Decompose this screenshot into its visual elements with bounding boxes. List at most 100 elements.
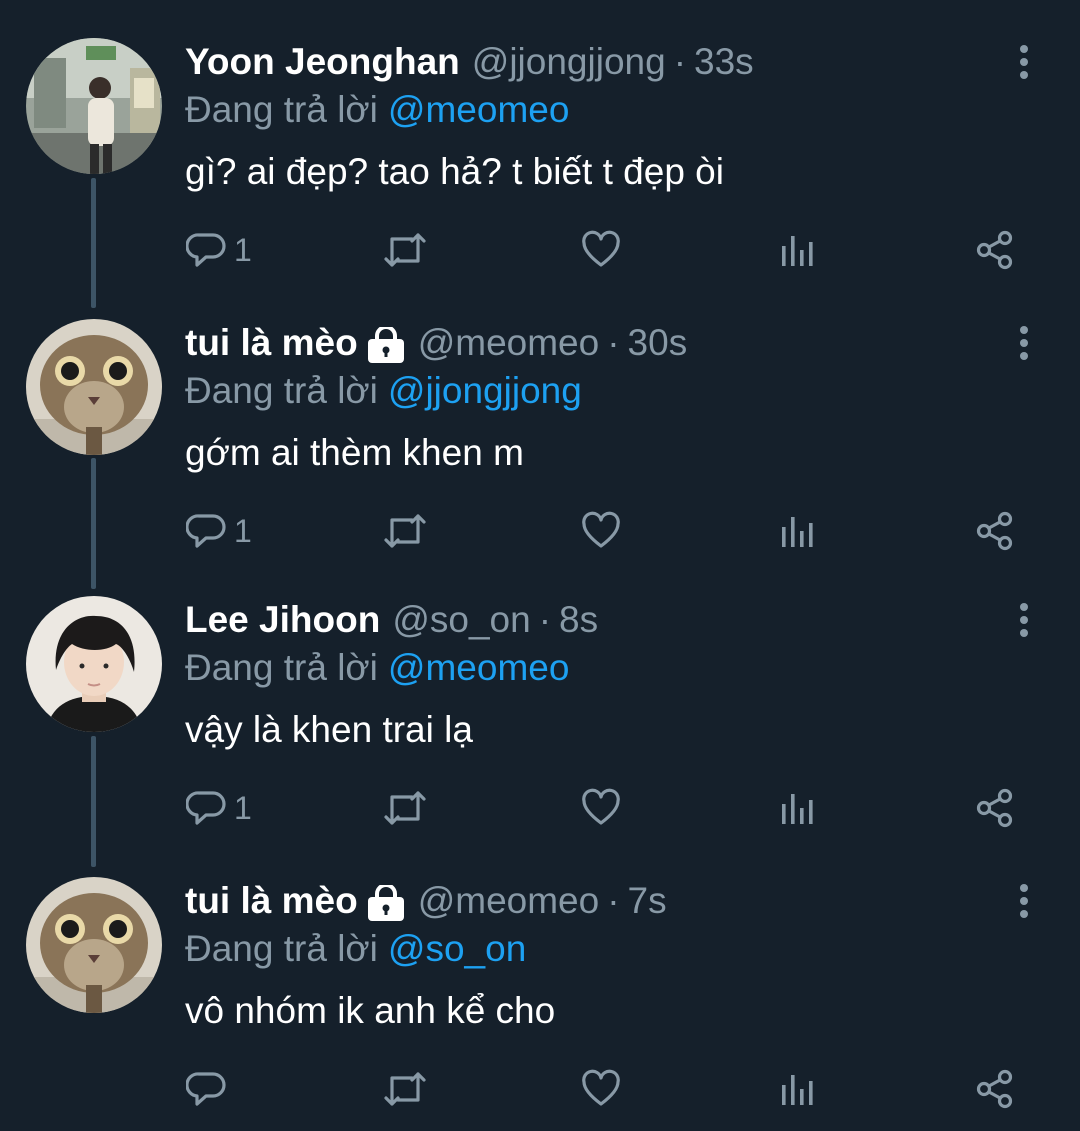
tweet[interactable]: Yoon Jeonghan @jjongjjong · 33s Đang trả…: [0, 0, 1080, 281]
analytics-button[interactable]: [779, 786, 815, 830]
replying-to: Đang trả lời @meomeo: [185, 644, 569, 692]
timestamp[interactable]: 8s: [559, 596, 598, 644]
tweet-text: gì? ai đẹp? tao hả? t biết t đẹp òi: [185, 151, 724, 192]
separator: ·: [607, 880, 620, 921]
reply-icon: [186, 233, 226, 267]
tweet[interactable]: tui là mèo @meomeo · 30s Đang trả lời @jj…: [0, 281, 1080, 562]
share-button[interactable]: [974, 228, 1016, 272]
lock-icon: [366, 883, 406, 921]
replying-label: Đang trả lời: [185, 928, 378, 969]
analytics-button[interactable]: [779, 1067, 815, 1111]
like-icon: [582, 230, 620, 267]
replying-to: Đang trả lời @so_on: [185, 925, 526, 973]
display-name[interactable]: Yoon Jeonghan: [185, 38, 460, 86]
tweet-header: Yoon Jeonghan @jjongjjong · 33s: [185, 38, 754, 86]
reply-button[interactable]: 1: [186, 228, 252, 272]
retweet-icon: [384, 791, 426, 825]
reply-count: 1: [234, 232, 252, 268]
more-options-button[interactable]: [1004, 600, 1044, 640]
replying-label: Đang trả lời: [185, 370, 378, 411]
analytics-button[interactable]: [779, 228, 815, 272]
more-options-button[interactable]: [1004, 42, 1044, 82]
more-vertical-icon: [1020, 45, 1028, 79]
mention-link[interactable]: @meomeo: [388, 89, 570, 130]
tweet-text: vô nhóm ik anh kể cho: [185, 990, 556, 1031]
analytics-icon: [782, 517, 813, 547]
avatar[interactable]: [26, 877, 162, 1013]
reply-icon: [186, 514, 226, 548]
retweet-icon: [384, 514, 426, 548]
like-button[interactable]: [581, 1067, 621, 1111]
timestamp[interactable]: 30s: [628, 319, 688, 367]
reply-button[interactable]: 1: [186, 509, 252, 553]
share-button[interactable]: [974, 509, 1016, 553]
lock-icon: [366, 325, 406, 363]
display-name[interactable]: tui là mèo: [185, 877, 358, 925]
timestamp[interactable]: 33s: [694, 38, 754, 86]
separator: ·: [673, 41, 687, 82]
replying-label: Đang trả lời: [185, 89, 378, 130]
avatar[interactable]: [26, 596, 162, 732]
analytics-icon: [782, 1075, 813, 1105]
conversation-thread: Yoon Jeonghan @jjongjjong · 33s Đang trả…: [0, 0, 1080, 1131]
share-icon: [976, 511, 1013, 551]
retweet-button[interactable]: [382, 509, 428, 553]
reply-icon: [186, 791, 226, 825]
retweet-button[interactable]: [382, 228, 428, 272]
share-button[interactable]: [974, 1067, 1016, 1111]
more-vertical-icon: [1020, 603, 1028, 637]
more-vertical-icon: [1020, 884, 1028, 918]
share-button[interactable]: [974, 786, 1016, 830]
tweet-header: tui là mèo @meomeo · 30s: [185, 319, 687, 367]
photo-cat-icon: [26, 877, 162, 1013]
analytics-button[interactable]: [779, 509, 815, 553]
share-icon: [976, 788, 1013, 828]
handle[interactable]: @so_on: [392, 596, 530, 644]
tweet-header: tui là mèo @meomeo · 7s: [185, 877, 667, 925]
tweet-text: gớm ai thèm khen m: [185, 432, 524, 473]
handle[interactable]: @meomeo: [418, 319, 600, 367]
reply-count: 1: [234, 790, 252, 826]
tweet[interactable]: tui là mèo @meomeo · 7s Đang trả lời @so_…: [0, 839, 1080, 1120]
more-options-button[interactable]: [1004, 323, 1044, 363]
display-name[interactable]: tui là mèo: [185, 319, 358, 367]
avatar[interactable]: [26, 319, 162, 455]
photo-person-subway-icon: [26, 38, 162, 174]
separator: ·: [607, 322, 620, 363]
handle[interactable]: @meomeo: [418, 877, 600, 925]
handle[interactable]: @jjongjjong: [472, 38, 666, 86]
share-icon: [976, 1069, 1013, 1109]
replying-label: Đang trả lời: [185, 647, 378, 688]
tweet-header: Lee Jihoon @so_on · 8s: [185, 596, 598, 644]
reply-count: 1: [234, 513, 252, 549]
like-icon: [582, 1069, 620, 1106]
mention-link[interactable]: @so_on: [388, 928, 526, 969]
like-button[interactable]: [581, 228, 621, 272]
retweet-icon: [384, 233, 426, 267]
tweet[interactable]: Lee Jihoon @so_on · 8s Đang trả lời @meom…: [0, 558, 1080, 839]
photo-person-portrait-icon: [26, 596, 162, 732]
mention-link[interactable]: @jjongjjong: [388, 370, 582, 411]
like-icon: [582, 511, 620, 548]
retweet-button[interactable]: [382, 1067, 428, 1111]
photo-cat-icon: [26, 319, 162, 455]
tweet-text: vậy là khen trai lạ: [185, 709, 473, 750]
timestamp[interactable]: 7s: [628, 877, 667, 925]
analytics-icon: [782, 794, 813, 824]
reply-button[interactable]: 1: [186, 786, 252, 830]
share-icon: [976, 230, 1013, 270]
avatar[interactable]: [26, 38, 162, 174]
like-icon: [582, 788, 620, 825]
more-options-button[interactable]: [1004, 881, 1044, 921]
retweet-icon: [384, 1072, 426, 1106]
reply-button[interactable]: [186, 1067, 234, 1111]
separator: ·: [538, 599, 552, 640]
like-button[interactable]: [581, 509, 621, 553]
more-vertical-icon: [1020, 326, 1028, 360]
like-button[interactable]: [581, 786, 621, 830]
mention-link[interactable]: @meomeo: [388, 647, 570, 688]
retweet-button[interactable]: [382, 786, 428, 830]
replying-to: Đang trả lời @jjongjjong: [185, 367, 582, 415]
analytics-icon: [782, 236, 813, 266]
display-name[interactable]: Lee Jihoon: [185, 596, 380, 644]
